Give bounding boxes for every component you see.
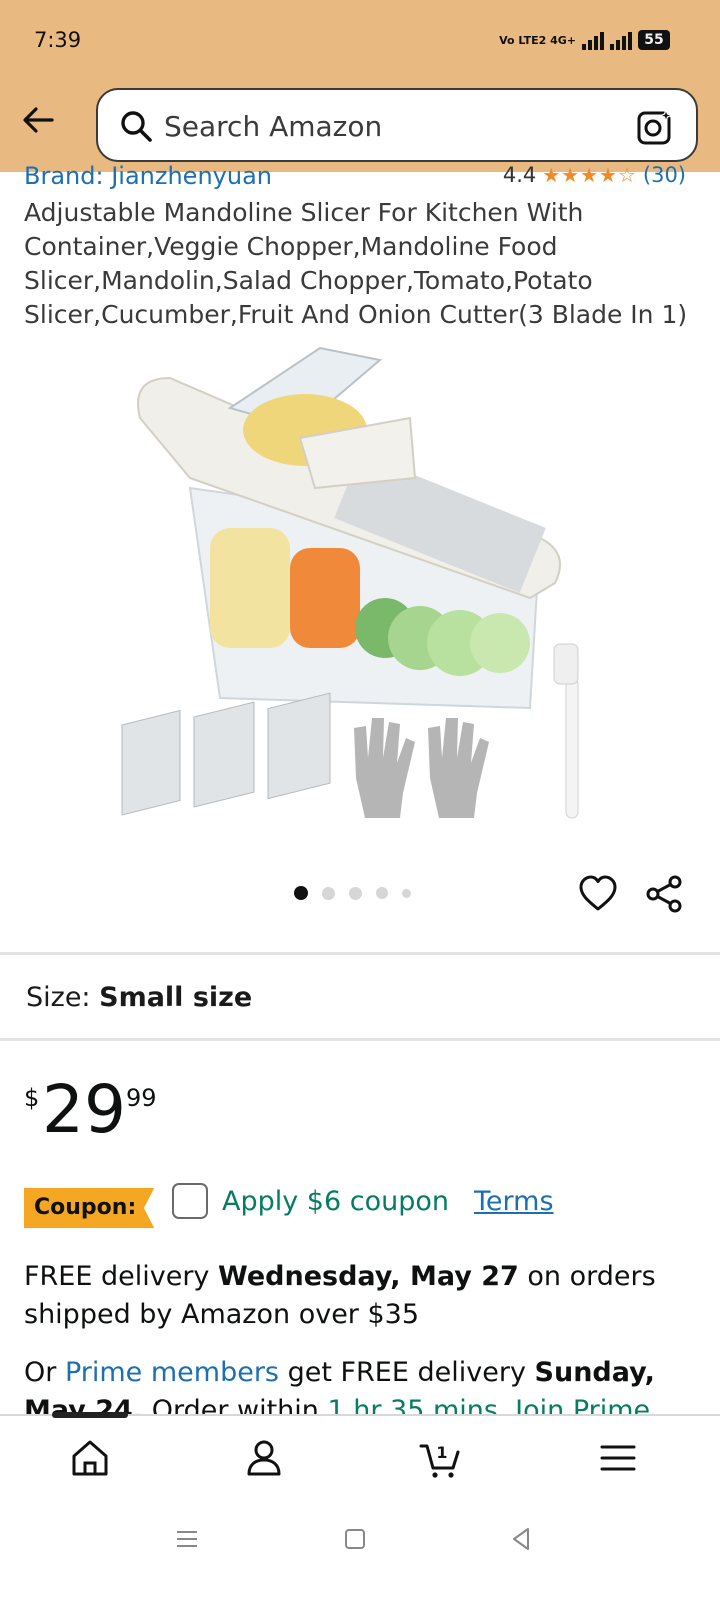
status-icons: Vo LTE2 4G+ 55 [499,30,670,50]
system-back-icon[interactable] [506,1524,536,1554]
pager-dot[interactable] [322,886,335,900]
blade-1 [121,709,181,816]
pager-dot[interactable] [402,888,411,898]
pager-dot[interactable] [349,886,362,900]
size-selector[interactable]: Size: Small size [26,982,252,1013]
pager-dot[interactable] [376,887,388,899]
rating-summary[interactable]: 4.4 ★★★★☆ (30) [503,163,686,187]
product-title: Adjustable Mandoline Slicer For Kitchen … [24,198,688,329]
account-icon[interactable] [242,1436,286,1480]
search-input[interactable] [164,104,604,148]
header-bar: 7:39 Vo LTE2 4G+ 55 [0,0,720,172]
divider [0,1038,720,1041]
price-fraction: 99 [126,1084,157,1112]
blade-3 [267,692,331,800]
order-within-label: Order within [151,1395,319,1416]
network-label: Vo LTE2 4G+ [499,33,576,47]
battery-icon: 55 [638,30,670,50]
back-arrow-icon[interactable] [18,100,58,140]
home-button-icon[interactable] [340,1524,370,1554]
potato-shreds [210,528,290,648]
status-time: 7:39 [34,28,82,52]
menu-icon[interactable] [596,1436,640,1480]
carrot-shreds [290,548,360,648]
coupon-badge: Coupon: [24,1188,155,1228]
coupon-checkbox[interactable] [172,1183,208,1219]
price-currency: $ [24,1084,40,1112]
share-icon[interactable] [644,874,684,914]
cart-icon[interactable]: 1 [418,1436,462,1480]
system-nav-bar [0,1504,720,1600]
size-label: Size: [26,982,91,1013]
image-pager[interactable] [294,886,411,900]
price-whole: 29 [42,1071,126,1148]
delivery-date: Wednesday, May 27 [218,1261,519,1292]
rating-count[interactable]: (30) [643,163,686,187]
recents-icon[interactable] [172,1524,202,1554]
pager-dot-active[interactable] [294,886,308,900]
glove-2 [428,718,489,818]
search-bar[interactable] [96,88,698,162]
order-countdown: 1 hr 35 mins. [327,1395,507,1416]
delivery-info: FREE delivery Wednesday, May 27 on order… [24,1258,704,1334]
active-tab-indicator [52,1412,128,1418]
brand-link[interactable]: Brand: Jianzhenyuan [24,162,272,190]
cart-count: 1 [436,1443,447,1462]
camera-lens-icon[interactable] [636,108,674,146]
signal-icon-2 [610,30,632,50]
bottom-nav: 1 [0,1412,720,1504]
home-icon[interactable] [68,1436,112,1480]
search-icon[interactable] [118,108,154,144]
delivery-prefix: FREE delivery [24,1261,210,1292]
prime-middle: get FREE delivery [287,1357,526,1388]
size-value: Small size [99,982,253,1013]
divider [0,952,720,955]
star-rating-icon: ★★★★☆ [542,163,637,187]
prime-delivery-info: Or Prime members get FREE delivery Sunda… [24,1354,704,1416]
blade-2 [193,701,255,808]
prime-prefix: Or [24,1357,57,1388]
product-image[interactable] [110,338,610,838]
cleaning-brush [565,677,579,819]
glove-1 [354,718,415,818]
prime-members-link[interactable]: Prime members [65,1357,279,1388]
join-prime-link[interactable]: Join Prime [515,1395,650,1416]
apply-coupon-label[interactable]: Apply $6 coupon [222,1186,449,1217]
wishlist-heart-icon[interactable] [578,874,618,914]
coupon-terms-link[interactable]: Terms [474,1186,554,1217]
signal-icon [582,30,604,50]
brush-head [553,643,579,685]
rating-value: 4.4 [502,163,537,187]
